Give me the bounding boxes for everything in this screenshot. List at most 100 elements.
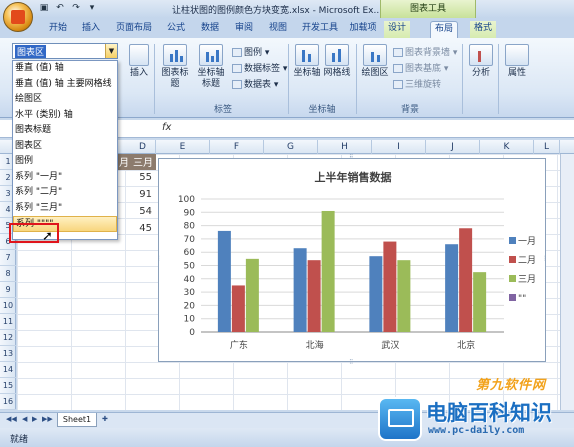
data-labels-button[interactable]: 数据标签 ▾ — [232, 61, 287, 74]
last-sheet-icon[interactable]: ▶▶ — [42, 415, 53, 423]
bar — [459, 228, 473, 332]
legend-button[interactable]: 图例 ▾ — [232, 45, 269, 58]
chart-wall-icon — [393, 48, 403, 57]
analysis-button[interactable]: 分析 — [466, 44, 496, 79]
tab-addins[interactable]: 加载项 — [348, 21, 378, 38]
insert-shape-icon — [129, 44, 149, 66]
row-header[interactable]: 10 — [0, 298, 16, 314]
chart-wall-button[interactable]: 图表背景墙 ▾ — [393, 45, 457, 58]
gridlines-button[interactable]: 网格线 — [322, 44, 352, 79]
chart-tools-context-label: 图表工具 — [380, 0, 476, 18]
dropdown-item[interactable]: 水平 (类别) 轴 — [13, 108, 117, 124]
chart-element-selector[interactable]: 图表区 ▼ — [12, 43, 118, 59]
row-header[interactable]: 7 — [0, 250, 16, 266]
undo-icon[interactable]: ↶ — [54, 3, 66, 14]
row-header[interactable]: 14 — [0, 362, 16, 378]
table-cell[interactable]: 45 — [130, 223, 156, 234]
column-header[interactable]: K — [480, 140, 534, 154]
customize-qat-icon[interactable]: ▾ — [86, 3, 98, 14]
tab-format[interactable]: 格式 — [470, 21, 496, 38]
row-header[interactable]: 16 — [0, 394, 16, 410]
analysis-icon — [469, 44, 493, 66]
chart-title-button[interactable]: 图表标题 — [158, 44, 192, 90]
row-header[interactable]: 12 — [0, 330, 16, 346]
tab-insert[interactable]: 插入 — [78, 21, 104, 38]
watermark-main-text: 电脑百科知识 — [426, 401, 552, 425]
tab-view[interactable]: 视图 — [266, 21, 290, 38]
tab-home[interactable]: 开始 — [44, 21, 72, 38]
plot-area-button[interactable]: 绘图区 — [360, 44, 390, 79]
dropdown-item[interactable]: 系列 "三月" — [13, 201, 117, 217]
ribbon-separator — [154, 44, 155, 114]
tab-page-layout[interactable]: 页面布局 — [112, 21, 156, 38]
column-header[interactable]: I — [372, 140, 426, 154]
y-tick-label: 60 — [184, 248, 196, 258]
table-cell[interactable]: 54 — [130, 206, 156, 217]
dropdown-item[interactable]: 图表标题 — [13, 123, 117, 139]
save-icon[interactable]: ▣ — [38, 3, 50, 14]
table-cell[interactable]: 91 — [130, 189, 156, 200]
next-sheet-icon[interactable]: ▶ — [32, 415, 37, 423]
dropdown-item[interactable]: 绘图区 — [13, 92, 117, 108]
office-button[interactable] — [3, 2, 33, 32]
tab-review[interactable]: 审阅 — [232, 21, 256, 38]
legend-label: "" — [518, 294, 526, 304]
dropdown-item[interactable]: 垂直 (值) 轴 主要网格线 — [13, 77, 117, 93]
properties-button[interactable]: 属性 — [502, 44, 532, 79]
row-header[interactable]: 9 — [0, 282, 16, 298]
tab-layout[interactable]: 布局 — [430, 21, 458, 38]
column-header[interactable]: G — [264, 140, 318, 154]
column-header[interactable]: J — [426, 140, 480, 154]
tab-data[interactable]: 数据 — [198, 21, 222, 38]
axes-button[interactable]: 坐标轴 — [292, 44, 322, 79]
row-header[interactable]: 13 — [0, 346, 16, 362]
axis-title-label: 坐标轴标题 — [197, 68, 225, 89]
vertical-scrollbar[interactable] — [560, 154, 574, 410]
dropdown-item[interactable]: 系列 "二月" — [13, 185, 117, 201]
chevron-down-icon[interactable]: ▼ — [105, 44, 117, 58]
data-table-button[interactable]: 数据表 ▾ — [232, 77, 278, 90]
3d-rotation-button[interactable]: 三维旋转 — [393, 77, 441, 90]
header-cell[interactable]: 月 — [118, 154, 130, 170]
header-cell[interactable]: 三月 — [130, 154, 156, 170]
row-header[interactable]: 8 — [0, 266, 16, 282]
column-header[interactable]: F — [210, 140, 264, 154]
tab-design[interactable]: 设计 — [384, 21, 410, 38]
chart-floor-button[interactable]: 图表基底 ▾ — [393, 61, 448, 74]
axis-title-icon — [199, 44, 223, 66]
tab-formulas[interactable]: 公式 — [164, 21, 188, 38]
row-header[interactable]: 15 — [0, 378, 16, 394]
tab-developer[interactable]: 开发工具 — [300, 21, 340, 38]
fx-icon[interactable]: fx — [162, 122, 171, 133]
redo-icon[interactable]: ↷ — [70, 3, 82, 14]
prev-sheet-icon[interactable]: ◀ — [22, 415, 27, 423]
sheet-tab[interactable]: Sheet1 — [57, 413, 97, 427]
table-cell[interactable]: 55 — [130, 172, 156, 183]
legend-label: 一月 — [518, 236, 536, 247]
y-tick-label: 20 — [184, 301, 196, 311]
plot-area-icon — [363, 44, 387, 66]
y-tick-label: 10 — [184, 315, 196, 325]
y-tick-label: 80 — [184, 222, 196, 232]
column-header[interactable]: H — [318, 140, 372, 154]
axis-title-button[interactable]: 坐标轴标题 — [194, 44, 228, 90]
bar — [293, 248, 307, 332]
bar — [473, 272, 487, 332]
insert-button[interactable]: 插入 — [124, 44, 154, 79]
column-header[interactable]: D — [130, 140, 156, 154]
labels-group-label: 标签 — [213, 105, 232, 115]
ribbon-separator — [498, 44, 499, 114]
x-tick-label: 北海 — [306, 339, 324, 351]
insert-sheet-icon[interactable]: ✚ — [102, 415, 108, 423]
chart-svg: 0 10 20 30 40 50 60 70 80 90 100 广东 北海 武汉 北京 一月二月三月 "" — [178, 195, 536, 351]
axes-group-label: 坐标轴 — [308, 105, 336, 115]
first-sheet-icon[interactable]: ◀◀ — [6, 415, 17, 423]
column-header[interactable]: L — [534, 140, 560, 154]
dropdown-item[interactable]: 图表区 — [13, 139, 117, 155]
dropdown-item[interactable]: 垂直 (值) 轴 — [13, 61, 117, 77]
row-header[interactable]: 11 — [0, 314, 16, 330]
column-header[interactable]: E — [156, 140, 210, 154]
dropdown-item[interactable]: 图例 — [13, 154, 117, 170]
chart-area[interactable]: 上半年销售数据 ⠿ ⠿ ⋮ ⋮ 0 10 20 30 40 50 60 70 80 90 100 广东… — [156, 154, 548, 366]
dropdown-item[interactable]: 系列 "一月" — [13, 170, 117, 186]
